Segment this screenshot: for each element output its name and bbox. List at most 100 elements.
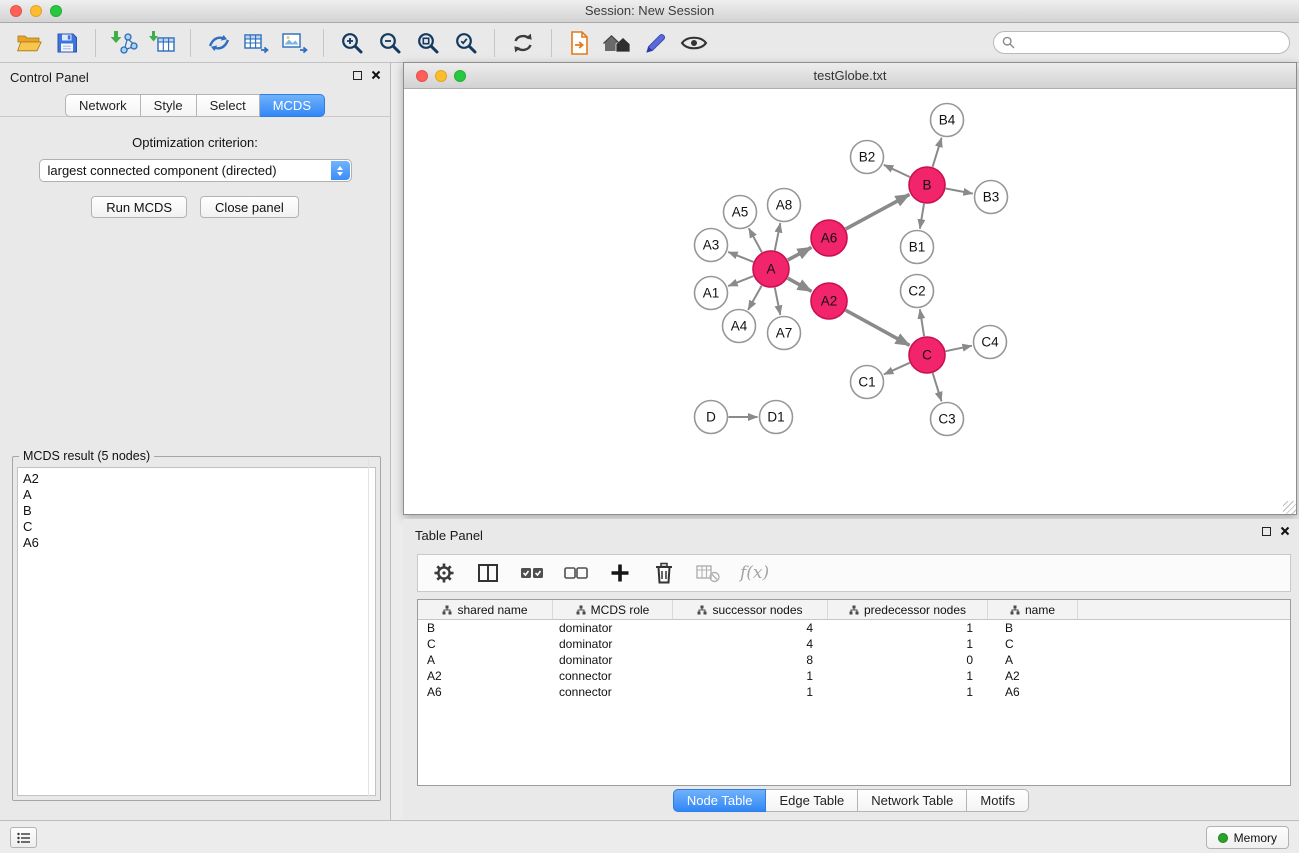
network-window-titlebar[interactable]: testGlobe.txt	[404, 63, 1296, 89]
criterion-dropdown[interactable]: largest connected component (directed)	[39, 159, 352, 182]
graph-edge-C-C2[interactable]	[920, 309, 924, 336]
network-from-selection-icon[interactable]	[203, 27, 235, 59]
graph-node-B3[interactable]: B3	[975, 181, 1008, 214]
result-item[interactable]: B	[23, 503, 375, 519]
result-item[interactable]: A2	[23, 471, 375, 487]
graph-node-D1[interactable]: D1	[760, 401, 793, 434]
open-in-browser-icon[interactable]	[564, 27, 596, 59]
tab-network-table[interactable]: Network Table	[858, 789, 967, 812]
maximize-network-window-button[interactable]	[454, 70, 466, 82]
tab-node-table[interactable]: Node Table	[673, 789, 767, 812]
close-network-window-button[interactable]	[416, 70, 428, 82]
graph-edge-B-B2[interactable]	[884, 165, 910, 177]
graph-node-A8[interactable]: A8	[768, 189, 801, 222]
graph-edge-A6-B[interactable]	[846, 195, 910, 230]
column-header-predecessor-nodes[interactable]: predecessor nodes	[828, 600, 988, 619]
graph-edge-B-B3[interactable]	[946, 189, 973, 194]
network-canvas[interactable]: B4 B2 B B3 A5 A8 A6 B1 A3 A C2 A1 A2 A4 A7 C4 C C1 C3 D D1	[404, 89, 1296, 514]
tab-motifs[interactable]: Motifs	[967, 789, 1029, 812]
memory-button[interactable]: Memory	[1206, 826, 1289, 849]
graph-node-A4[interactable]: A4	[723, 310, 756, 343]
tab-select[interactable]: Select	[197, 94, 260, 117]
graph-node-B[interactable]: B	[909, 167, 945, 203]
network-graph[interactable]: B4 B2 B B3 A5 A8 A6 B1 A3 A C2 A1 A2 A4 A7 C4 C C1 C3 D D1	[404, 89, 1296, 514]
graph-node-D[interactable]: D	[695, 401, 728, 434]
graph-node-A2[interactable]: A2	[811, 283, 847, 319]
graph-node-C[interactable]: C	[909, 337, 945, 373]
tab-network[interactable]: Network	[65, 94, 141, 117]
refresh-network-icon[interactable]	[507, 27, 539, 59]
select-all-icon[interactable]	[516, 557, 548, 589]
result-item[interactable]: A	[23, 487, 375, 503]
run-mcds-button[interactable]: Run MCDS	[91, 196, 187, 218]
show-columns-icon[interactable]	[472, 557, 504, 589]
table-row[interactable]: Bdominator41B	[418, 620, 1290, 636]
open-session-icon[interactable]	[13, 27, 45, 59]
tab-mcds[interactable]: MCDS	[260, 94, 325, 117]
result-list-scrollbar[interactable]	[368, 458, 369, 799]
annotation-pencil-icon[interactable]	[640, 27, 672, 59]
table-row[interactable]: Adominator80A	[418, 652, 1290, 668]
graph-edge-A2-C[interactable]	[846, 310, 910, 345]
show-hide-graphics-icon[interactable]	[678, 27, 710, 59]
table-settings-gear-icon[interactable]	[428, 557, 460, 589]
deselect-all-icon[interactable]	[560, 557, 592, 589]
graph-node-C1[interactable]: C1	[851, 366, 884, 399]
graph-edge-A-A4[interactable]	[748, 286, 762, 310]
graph-edge-C-C3[interactable]	[933, 373, 942, 401]
column-header-shared-name[interactable]: shared name	[418, 600, 553, 619]
graph-node-C3[interactable]: C3	[931, 403, 964, 436]
graph-node-A5[interactable]: A5	[724, 196, 757, 229]
mcds-result-list[interactable]: A2ABCA6	[17, 467, 376, 796]
close-panel-icon[interactable]	[371, 70, 381, 80]
graph-node-A7[interactable]: A7	[768, 317, 801, 350]
column-header-name[interactable]: name	[988, 600, 1078, 619]
result-item[interactable]: C	[23, 519, 375, 535]
zoom-in-icon[interactable]	[336, 27, 368, 59]
graph-node-A6[interactable]: A6	[811, 220, 847, 256]
add-column-icon[interactable]	[604, 557, 636, 589]
graph-edge-A-A5[interactable]	[749, 228, 762, 252]
graph-node-B1[interactable]: B1	[901, 231, 934, 264]
graph-node-C4[interactable]: C4	[974, 326, 1007, 359]
graph-node-A1[interactable]: A1	[695, 277, 728, 310]
close-window-button[interactable]	[10, 5, 22, 17]
import-network-icon[interactable]	[108, 27, 140, 59]
graph-edge-A-A8[interactable]	[775, 223, 781, 250]
graph-edge-B-B1[interactable]	[920, 204, 924, 229]
graph-node-C2[interactable]: C2	[901, 275, 934, 308]
export-table-icon[interactable]	[241, 27, 273, 59]
minimize-window-button[interactable]	[30, 5, 42, 17]
float-table-panel-icon[interactable]	[1262, 527, 1271, 536]
zoom-selected-icon[interactable]	[450, 27, 482, 59]
function-builder-icon[interactable]: f(x)	[736, 563, 769, 583]
table-row[interactable]: A6connector11A6	[418, 684, 1290, 700]
float-panel-icon[interactable]	[353, 71, 362, 80]
home-icon[interactable]	[602, 27, 634, 59]
save-session-icon[interactable]	[51, 27, 83, 59]
graph-edge-A-A6[interactable]	[788, 247, 812, 260]
table-row[interactable]: A2connector11A2	[418, 668, 1290, 684]
tab-style[interactable]: Style	[141, 94, 197, 117]
export-image-icon[interactable]	[279, 27, 311, 59]
table-row[interactable]: Cdominator41C	[418, 636, 1290, 652]
graph-node-A[interactable]: A	[753, 251, 789, 287]
graph-edge-C-C4[interactable]	[946, 346, 972, 352]
zoom-fit-icon[interactable]	[412, 27, 444, 59]
graph-node-B2[interactable]: B2	[851, 141, 884, 174]
search-field[interactable]	[993, 31, 1290, 54]
task-history-button[interactable]	[10, 827, 37, 848]
column-header-successor-nodes[interactable]: successor nodes	[673, 600, 828, 619]
graph-node-A3[interactable]: A3	[695, 229, 728, 262]
graph-edge-B-B4[interactable]	[933, 138, 942, 167]
tab-edge-table[interactable]: Edge Table	[766, 789, 858, 812]
graph-edge-A-A1[interactable]	[728, 276, 753, 286]
graph-node-B4[interactable]: B4	[931, 104, 964, 137]
maximize-window-button[interactable]	[50, 5, 62, 17]
import-table-icon[interactable]	[146, 27, 178, 59]
close-table-panel-icon[interactable]	[1280, 526, 1290, 536]
graph-edge-C-C1[interactable]	[884, 363, 910, 375]
column-header-MCDS-role[interactable]: MCDS role	[553, 600, 673, 619]
graph-edge-A-A7[interactable]	[775, 288, 781, 315]
delete-column-trash-icon[interactable]	[648, 557, 680, 589]
